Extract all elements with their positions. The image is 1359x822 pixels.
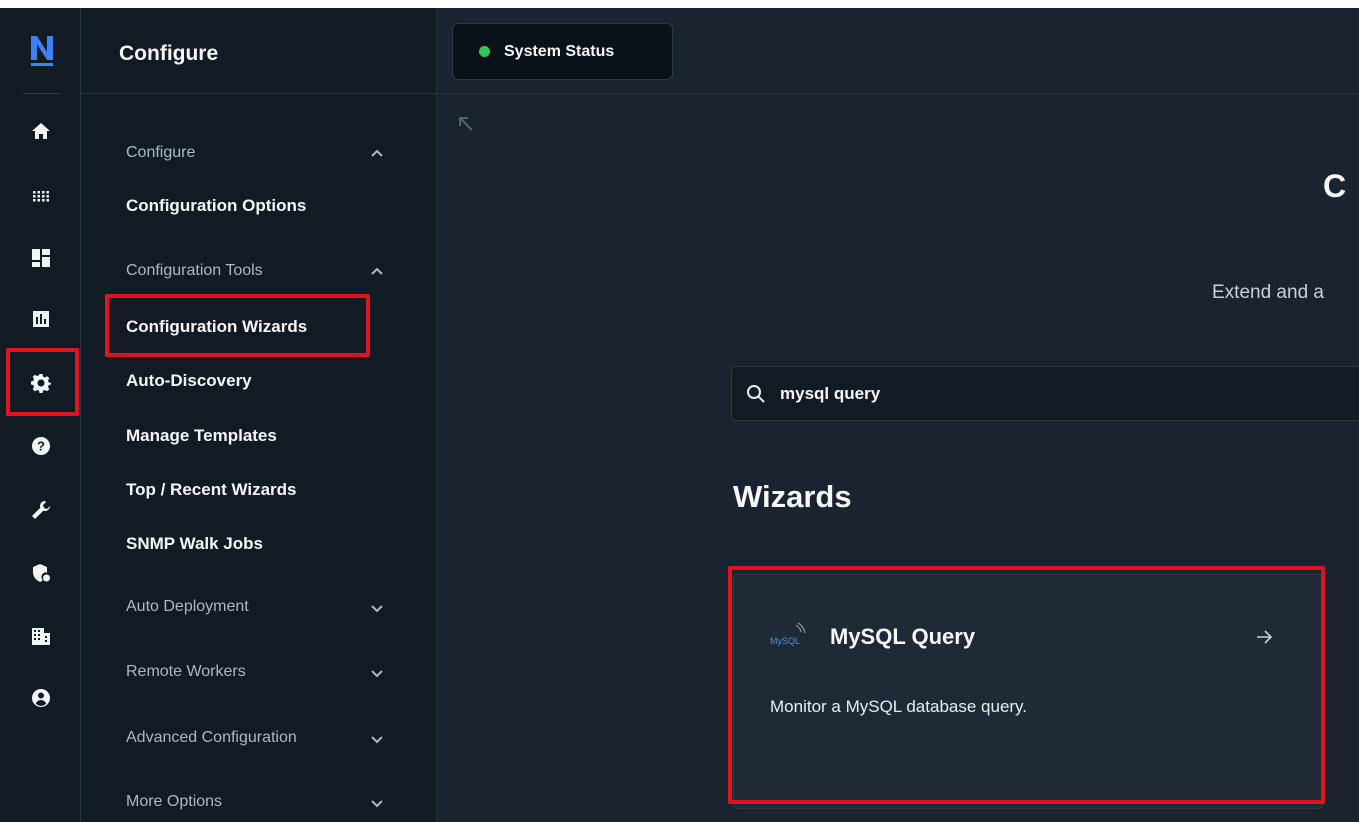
top-bar: System Status xyxy=(437,8,1359,94)
search-box[interactable] xyxy=(731,366,1359,421)
svg-text:?: ? xyxy=(37,439,45,454)
chevron-up-icon[interactable] xyxy=(370,265,384,279)
grid-icon[interactable] xyxy=(30,185,52,207)
sidebar-title: Configure xyxy=(119,42,219,65)
nav-manage-templates[interactable]: Manage Templates xyxy=(126,426,277,446)
chevron-down-icon[interactable] xyxy=(370,796,384,810)
app-window: ? Configure Configure Configuration Opti… xyxy=(0,8,1359,822)
collapse-arrow-icon[interactable] xyxy=(456,114,476,134)
wizards-heading: Wizards xyxy=(733,479,852,514)
logo-n-icon xyxy=(31,36,53,66)
search-input[interactable] xyxy=(780,383,1340,404)
section-configuration-tools[interactable]: Configuration Tools xyxy=(126,262,263,280)
section-remote-workers[interactable]: Remote Workers xyxy=(126,663,246,681)
building-icon[interactable] xyxy=(30,625,52,647)
chevron-down-icon[interactable] xyxy=(370,601,384,615)
nav-configuration-options[interactable]: Configuration Options xyxy=(126,196,306,216)
chevron-down-icon[interactable] xyxy=(370,732,384,746)
section-configure[interactable]: Configure xyxy=(126,144,195,162)
arrow-right-icon[interactable] xyxy=(1254,627,1274,647)
section-advanced-configuration[interactable]: Advanced Configuration xyxy=(126,729,297,747)
system-status-button[interactable]: System Status xyxy=(452,23,673,80)
sidebar: Configure Configure Configuration Option… xyxy=(81,8,437,822)
nav-top-recent-wizards[interactable]: Top / Recent Wizards xyxy=(126,480,297,500)
main-content: C Extend and a Wizards MySQL MySQL Query… xyxy=(437,94,1359,822)
chevron-down-icon[interactable] xyxy=(370,666,384,680)
system-status-label: System Status xyxy=(504,42,615,60)
user-icon[interactable] xyxy=(30,687,52,709)
gear-icon[interactable] xyxy=(30,372,52,394)
chevron-up-icon[interactable] xyxy=(370,147,384,161)
app-logo[interactable] xyxy=(29,34,55,68)
wizard-card-mysql-query[interactable]: MySQL MySQL Query Monitor a MySQL databa… xyxy=(733,574,1323,809)
home-icon[interactable] xyxy=(30,120,52,142)
page-title: C xyxy=(1323,168,1347,204)
dashboard-icon[interactable] xyxy=(30,247,52,269)
section-more-options[interactable]: More Options xyxy=(126,793,222,811)
help-icon[interactable]: ? xyxy=(30,435,52,457)
icon-rail: ? xyxy=(0,8,81,822)
wrench-icon[interactable] xyxy=(30,499,52,521)
sidebar-header: Configure xyxy=(81,8,437,94)
search-icon xyxy=(746,384,766,404)
status-dot-icon xyxy=(479,46,490,57)
nav-snmp-walk-jobs[interactable]: SNMP Walk Jobs xyxy=(126,534,263,554)
rail-divider xyxy=(22,93,60,94)
section-auto-deployment[interactable]: Auto Deployment xyxy=(126,598,249,616)
page-subtitle: Extend and a xyxy=(1212,282,1324,303)
mysql-logo-text: MySQL xyxy=(770,636,800,646)
wizard-card-description: Monitor a MySQL database query. xyxy=(770,697,1028,716)
nav-auto-discovery[interactable]: Auto-Discovery xyxy=(126,371,252,391)
shield-lock-icon[interactable] xyxy=(30,562,52,584)
mysql-logo-icon: MySQL xyxy=(768,619,816,649)
wizard-card-title: MySQL Query xyxy=(830,624,976,649)
nav-configuration-wizards[interactable]: Configuration Wizards xyxy=(126,317,307,337)
reports-icon[interactable] xyxy=(30,308,52,330)
